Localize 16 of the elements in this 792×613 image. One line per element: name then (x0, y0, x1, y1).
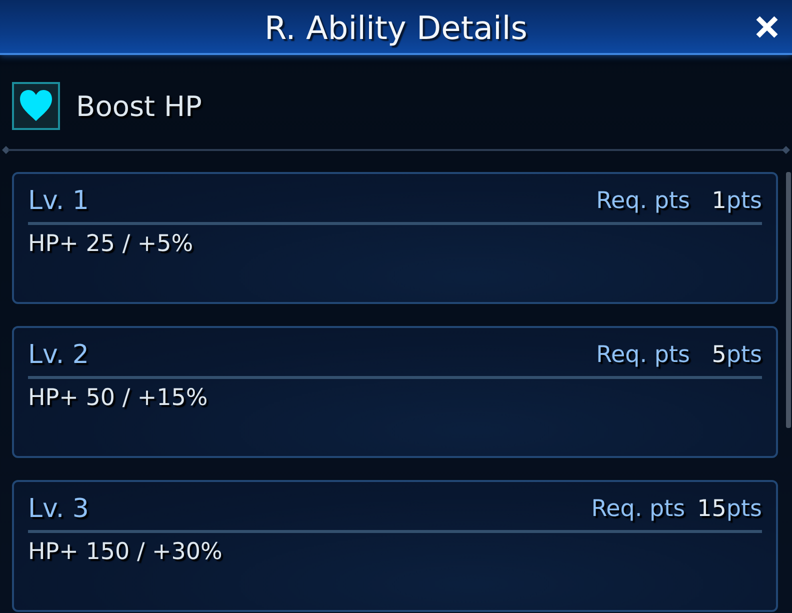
effect-text: HP+ 25 / +5% (28, 231, 194, 257)
effect-text: HP+ 150 / +30% (28, 539, 222, 565)
required-points-label: Req. pts (596, 188, 690, 214)
required-points-label: Req. pts (596, 342, 690, 368)
required-points-value: 15pts (697, 496, 762, 522)
required-points-value: 5pts (710, 342, 762, 368)
ability-name: Boost HP (76, 90, 202, 122)
required-points-label: Req. pts (591, 496, 686, 522)
effect-text: HP+ 50 / +15% (28, 385, 208, 411)
required-points-value: 1pts (710, 188, 762, 214)
window-title: R. Ability Details (264, 8, 528, 46)
close-icon (755, 15, 779, 39)
level-label: Lv. 2 (28, 340, 89, 370)
level-label: Lv. 1 (28, 186, 89, 216)
scrollbar-thumb[interactable] (786, 172, 791, 428)
level-label: Lv. 3 (28, 494, 89, 524)
